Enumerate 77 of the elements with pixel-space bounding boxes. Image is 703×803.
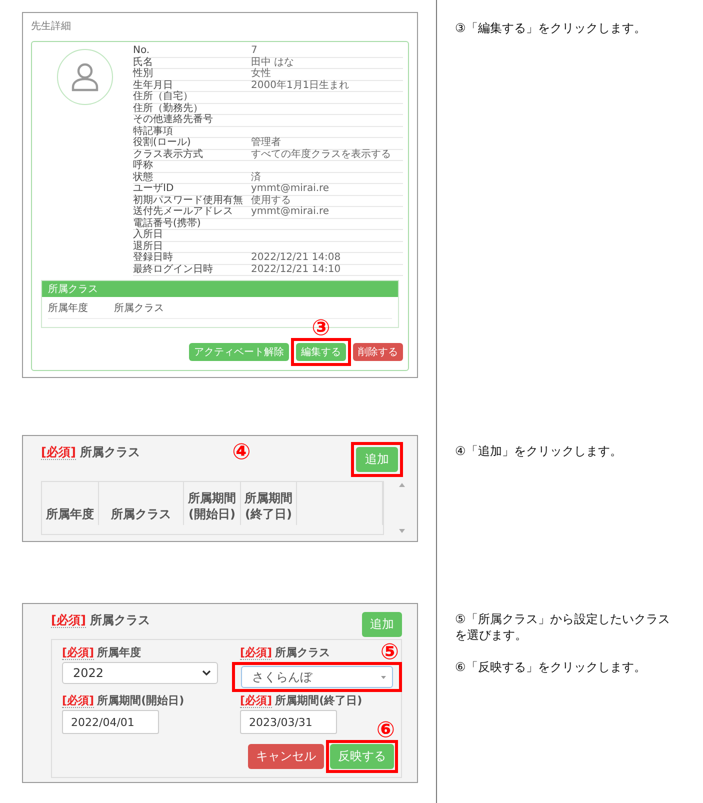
column-header: 所属年度 <box>48 302 88 315</box>
field-label: 役割(ロール) <box>133 138 192 148</box>
required-tag: [必須] <box>62 694 94 708</box>
instruction-text: ⑥「反映する」をクリックします。 <box>455 659 647 675</box>
field-label: No. <box>133 46 151 56</box>
field-value: 女性 <box>251 69 271 80</box>
cancel-button[interactable]: キャンセル <box>248 744 324 769</box>
field-label: 最終ログイン日時 <box>133 264 214 275</box>
step-number: ⑤ <box>380 641 399 665</box>
field-label: 住所（勤務先） <box>133 104 203 114</box>
field-label: 状態 <box>133 172 153 183</box>
field-label: 呼称 <box>133 161 154 172</box>
panel-header: 所属クラス <box>42 281 398 297</box>
instruction-text: ③「編集する」をクリックします。 <box>455 20 647 36</box>
instruction-text: ⑤「所属クラス」から設定したいクラスを選びます。 <box>455 611 671 643</box>
field-label: 電話番号(携帯) <box>133 218 202 228</box>
required-tag: [必須] <box>240 694 272 708</box>
date-field[interactable]: 2022/04/01 <box>62 710 159 734</box>
instruction-text: ④「追加」をクリックします。 <box>455 443 623 459</box>
step-number: ③ <box>312 317 330 341</box>
date-field[interactable]: 2023/03/31 <box>240 710 337 734</box>
field-label: 入所日 <box>133 230 164 240</box>
required-tag: [必須] <box>240 646 272 660</box>
field-label: 氏名 <box>133 58 154 68</box>
panel-title: 先生詳細 <box>31 20 71 33</box>
field-label: 所属クラス <box>275 646 330 659</box>
field-value: ymmt@mirai.re <box>251 207 330 218</box>
field-value: 管理者 <box>251 138 281 148</box>
field-label: 登録日時 <box>133 253 174 264</box>
step-number: ④ <box>232 442 252 464</box>
field-label: 特記事項 <box>133 126 174 136</box>
apply-button[interactable]: 反映する <box>330 744 394 769</box>
column-header: 所属クラス <box>99 482 184 525</box>
add-button[interactable]: 追加 <box>356 447 398 472</box>
column-header: 所属年度 <box>42 482 99 525</box>
delete-button[interactable]: 削除する <box>353 343 403 361</box>
chevron-icon <box>202 670 211 676</box>
field-value: すべての年度クラスを表示する <box>251 150 391 160</box>
required-tag: [必須] <box>51 613 86 628</box>
field-value: 7 <box>251 46 258 56</box>
step-number: ⑥ <box>376 719 395 743</box>
field-label: 所属クラス <box>90 613 150 627</box>
field-label: クラス表示方式 <box>133 150 204 160</box>
edit-button[interactable]: 編集する <box>296 343 346 361</box>
select-value: 2022 <box>73 666 104 680</box>
column-header: 所属期間 (終了日) <box>241 482 297 525</box>
select-value: さくらんぼ <box>252 668 312 686</box>
field-label: 生年月日 <box>133 80 174 90</box>
field-label: 所属クラス <box>80 445 140 459</box>
scrollbar <box>397 481 407 535</box>
caret-icon <box>381 676 386 678</box>
column-header: 所属クラス <box>114 302 164 315</box>
field-value: ymmt@mirai.re <box>251 184 330 194</box>
required-tag: [必須] <box>41 445 76 460</box>
field-label: 住所（自宅） <box>133 92 194 102</box>
field-label: 所属期間(終了日) <box>275 694 362 707</box>
column-header: 所属期間 (開始日) <box>184 482 241 525</box>
select-field[interactable]: 2022 <box>62 662 218 684</box>
field-value: 2000年1月1日生まれ <box>251 80 350 91</box>
field-label: 退所日 <box>133 242 164 252</box>
select-field[interactable]: さくらんぼ <box>241 666 393 688</box>
field-label: その他連絡先番号 <box>133 115 214 126</box>
field-value: 2022/12/21 14:08 <box>251 253 341 264</box>
required-tag: [必須] <box>62 646 94 660</box>
field-value: 2022/12/21 14:10 <box>251 264 341 275</box>
field-label: 所属年度 <box>97 646 142 659</box>
field-label: 送付先メールアドレス <box>133 207 234 218</box>
field-value: 田中 はな <box>251 58 294 68</box>
deactivate-button[interactable]: アクティベート解除 <box>189 343 289 361</box>
field-label: 所属期間(開始日) <box>97 694 184 707</box>
add-button[interactable]: 追加 <box>362 612 402 637</box>
field-label: 初期パスワード使用有無 <box>133 196 244 206</box>
field-value: 済 <box>251 172 261 183</box>
field-label: 性別 <box>133 69 154 80</box>
field-label: ユーザID <box>133 184 175 194</box>
field-value: 使用する <box>251 196 291 206</box>
avatar-icon <box>57 49 113 105</box>
